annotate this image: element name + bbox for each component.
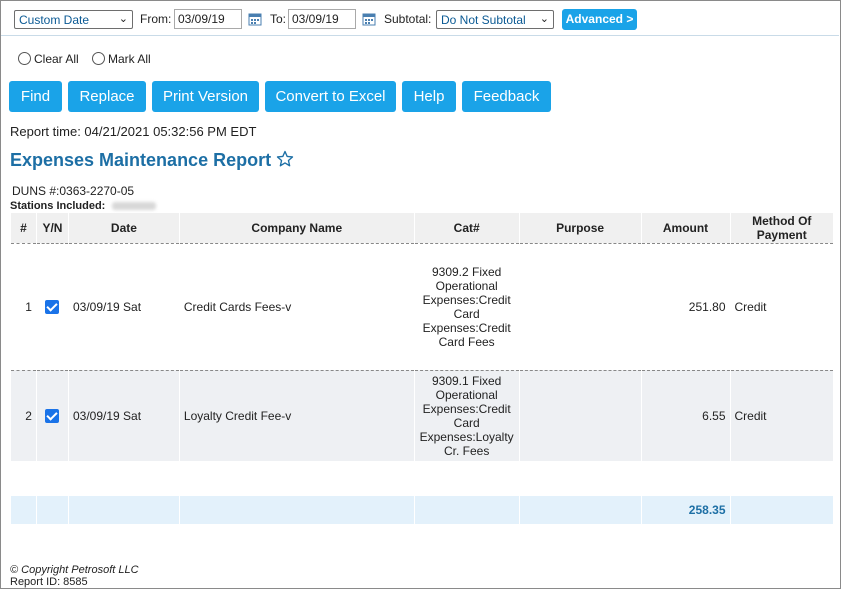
- report-id: Report ID: 8585: [10, 576, 88, 588]
- advanced-button[interactable]: Advanced >: [562, 9, 637, 30]
- column-header[interactable]: #: [10, 213, 37, 243]
- column-header[interactable]: Amount: [640, 213, 730, 243]
- stations-value-redacted: [112, 202, 156, 210]
- chevron-down-icon: ⌄: [539, 13, 549, 25]
- help-button[interactable]: Help: [402, 81, 456, 112]
- find-button[interactable]: Find: [9, 81, 62, 112]
- chevron-down-icon: ⌄: [118, 13, 128, 25]
- row-amount: 251.80: [640, 242, 730, 370]
- column-header[interactable]: Purpose: [518, 213, 642, 243]
- row-purpose: [518, 369, 642, 461]
- page-title: Expenses Maintenance Report: [10, 150, 272, 170]
- convert-to-excel-button[interactable]: Convert to Excel: [265, 81, 396, 112]
- row-purpose: [518, 242, 642, 370]
- column-header[interactable]: Date: [67, 213, 180, 243]
- table-header-row: # Y/N Date Company Name Cat# Purpose Amo…: [10, 213, 833, 243]
- row-checkbox-cell[interactable]: [35, 369, 69, 461]
- table-total-row: 258.35: [10, 496, 833, 524]
- table-spacer-row: [10, 461, 833, 496]
- radio-circle[interactable]: [92, 52, 105, 65]
- row-number: 2: [10, 369, 37, 461]
- from-date-input[interactable]: 03/09/19: [174, 9, 242, 29]
- copyright: © Copyright Petrosoft LLC: [10, 564, 139, 576]
- from-label: From:: [140, 12, 172, 26]
- filter-bar: Custom Date ⌄ From: 03/09/19 To: 03/09/1…: [1, 1, 839, 36]
- mark-all-label: Mark All: [108, 52, 151, 66]
- calendar-icon[interactable]: [248, 12, 262, 26]
- mark-all-radio[interactable]: Mark All: [92, 52, 151, 66]
- calendar-icon[interactable]: [362, 12, 376, 26]
- column-header[interactable]: Method Of Payment: [729, 213, 833, 243]
- row-method: Credit: [729, 242, 833, 370]
- column-header[interactable]: Company Name: [178, 213, 415, 243]
- to-label: To:: [270, 12, 287, 26]
- subtotal-select[interactable]: Do Not Subtotal ⌄: [436, 10, 554, 29]
- subtotal-label: Subtotal:: [384, 12, 432, 26]
- date-range-value: Custom Date: [19, 13, 90, 27]
- feedback-button[interactable]: Feedback: [462, 81, 551, 112]
- column-header[interactable]: Cat#: [413, 213, 520, 243]
- expenses-table: # Y/N Date Company Name Cat# Purpose Amo…: [10, 213, 833, 524]
- column-header[interactable]: Y/N: [35, 213, 69, 243]
- stations-label: Stations Included:: [10, 200, 106, 212]
- date-range-select[interactable]: Custom Date ⌄: [14, 10, 133, 29]
- row-checkbox[interactable]: [45, 409, 60, 424]
- row-method: Credit: [729, 369, 833, 461]
- row-checkbox-cell[interactable]: [35, 242, 69, 370]
- row-date: 03/09/19 Sat: [67, 242, 180, 370]
- radio-circle[interactable]: [18, 52, 31, 65]
- row-category: 9309.1 Fixed Operational Expenses:Credit…: [413, 369, 520, 461]
- subtotal-value: Do Not Subtotal: [441, 13, 526, 27]
- row-category: 9309.2 Fixed Operational Expenses:Credit…: [413, 242, 520, 370]
- duns-number: DUNS #:0363-2270-05: [12, 184, 135, 198]
- report-time: Report time: 04/21/2021 05:32:56 PM EDT: [10, 124, 257, 139]
- to-date-input[interactable]: 03/09/19: [288, 9, 356, 29]
- row-company: Loyalty Credit Fee-v: [178, 369, 415, 461]
- favorite-star-icon[interactable]: [276, 150, 294, 168]
- replace-button[interactable]: Replace: [68, 81, 146, 112]
- clear-all-label: Clear All: [34, 52, 79, 66]
- table-row[interactable]: 1 03/09/19 Sat Credit Cards Fees-v 9309.…: [10, 242, 833, 370]
- row-number: 1: [10, 242, 37, 370]
- table-row[interactable]: 2 03/09/19 Sat Loyalty Credit Fee-v 9309…: [10, 369, 833, 461]
- print-version-button[interactable]: Print Version: [152, 81, 259, 112]
- clear-all-radio[interactable]: Clear All: [18, 52, 79, 66]
- row-company: Credit Cards Fees-v: [178, 242, 415, 370]
- row-checkbox[interactable]: [45, 299, 60, 314]
- row-date: 03/09/19 Sat: [67, 369, 180, 461]
- total-amount: 258.35: [640, 496, 730, 524]
- row-amount: 6.55: [640, 369, 730, 461]
